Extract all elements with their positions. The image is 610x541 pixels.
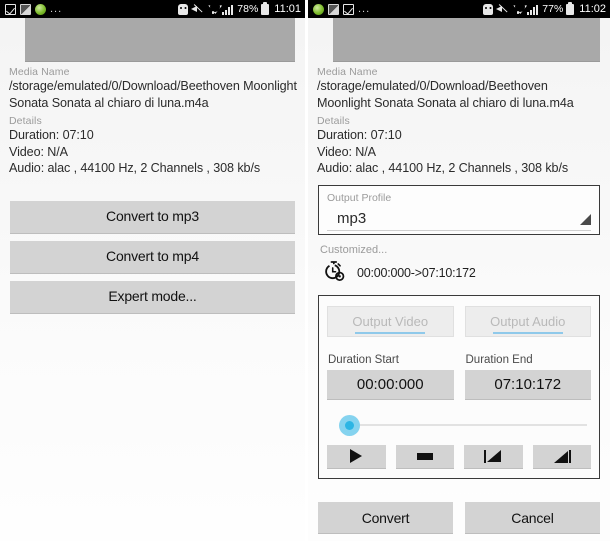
output-tabs: Output Video Output Audio bbox=[327, 305, 591, 337]
trim-range-row[interactable]: 00:00:000->07:10:172 bbox=[323, 260, 603, 287]
detail-video: Video: N/A bbox=[317, 144, 376, 159]
green-circle-icon bbox=[313, 3, 324, 15]
dual-screenshot-composite: ... 78% 11:01 Media Name /storage/emulat… bbox=[0, 0, 610, 541]
duration-start-label: Duration Start bbox=[328, 353, 399, 366]
play-button[interactable] bbox=[327, 444, 386, 469]
duration-end-label: Duration End bbox=[465, 353, 533, 366]
media-thumbnail-banner bbox=[333, 18, 600, 62]
wifi-icon bbox=[512, 4, 524, 15]
right-status-right: 77% 11:02 bbox=[483, 1, 606, 15]
seek-slider[interactable] bbox=[327, 414, 591, 436]
overflow-dots: ... bbox=[358, 3, 371, 15]
battery-percent: 78% bbox=[237, 3, 259, 15]
media-name-label: Media Name bbox=[317, 66, 378, 78]
marker-end-icon bbox=[553, 449, 571, 463]
seek-slider-track[interactable] bbox=[349, 423, 587, 426]
mute-icon bbox=[496, 4, 509, 15]
media-path: /storage/emulated/0/Download/Beethoven M… bbox=[317, 79, 574, 110]
signal-icon bbox=[222, 4, 234, 15]
photo-icon bbox=[20, 3, 31, 15]
detail-duration: Duration: 07:10 bbox=[9, 128, 94, 142]
output-profile-value: mp3 bbox=[337, 209, 367, 227]
right-screen: ... 77% 11:02 Media Name /storage/emulat… bbox=[308, 0, 610, 541]
detail-audio: Audio: alac , 44100 Hz, 2 Channels , 308… bbox=[9, 161, 261, 175]
right-status-bar: ... 77% 11:02 bbox=[308, 0, 610, 18]
clock: 11:01 bbox=[274, 3, 301, 15]
output-editor-panel: Output Video Output Audio Duration Start… bbox=[318, 294, 600, 479]
right-body: Media Name /storage/emulated/0/Download/… bbox=[308, 18, 610, 541]
clock: 11:02 bbox=[579, 3, 606, 15]
stop-icon bbox=[416, 452, 433, 460]
signal-icon bbox=[527, 4, 539, 15]
duration-labels: Duration Start Duration End bbox=[327, 354, 591, 366]
output-profile-label: Output Profile bbox=[327, 191, 392, 204]
battery-icon bbox=[566, 1, 575, 15]
duration-end-field[interactable]: 07:10:172 bbox=[464, 369, 591, 400]
left-screen: ... 78% 11:01 Media Name /storage/emulat… bbox=[0, 0, 305, 541]
customized-label: Customized... bbox=[320, 243, 388, 256]
convert-to-mp3-wrap: Convert to mp3 bbox=[10, 200, 295, 234]
wifi-icon bbox=[207, 4, 219, 15]
stop-button[interactable] bbox=[395, 444, 454, 469]
duration-fields: 00:00:000 07:10:172 bbox=[327, 369, 591, 400]
media-name-label: Media Name bbox=[9, 66, 70, 78]
cancel-button[interactable]: Cancel bbox=[465, 502, 600, 534]
convert-to-mp4-button[interactable]: Convert to mp4 bbox=[10, 240, 295, 274]
action-button-group: Convert to mp3 Convert to mp4 Expert mod… bbox=[7, 200, 298, 314]
convert-to-mp3-button[interactable]: Convert to mp3 bbox=[10, 200, 295, 234]
checkbox-icon bbox=[5, 3, 16, 15]
green-circle-icon bbox=[35, 3, 46, 15]
detail-audio: Audio: alac , 44100 Hz, 2 Channels , 308… bbox=[317, 161, 569, 175]
convert-to-mp4-wrap: Convert to mp4 bbox=[10, 240, 295, 274]
set-start-marker-button[interactable] bbox=[464, 444, 523, 469]
detail-duration: Duration: 07:10 bbox=[317, 128, 402, 142]
left-status-icons: ... bbox=[5, 3, 178, 15]
left-status-right: 78% 11:01 bbox=[178, 1, 301, 15]
checkbox-icon bbox=[343, 3, 354, 15]
overflow-dots: ... bbox=[50, 3, 63, 15]
convert-button[interactable]: Convert bbox=[318, 502, 453, 534]
triangle-down-icon bbox=[580, 213, 591, 225]
media-thumbnail-banner bbox=[25, 18, 295, 62]
left-body: Media Name /storage/emulated/0/Download/… bbox=[0, 18, 305, 541]
trim-range-text: 00:00:000->07:10:172 bbox=[357, 266, 476, 280]
media-path: /storage/emulated/0/Download/Beethoven M… bbox=[9, 79, 297, 110]
stopwatch-icon bbox=[323, 260, 345, 287]
tab-output-video[interactable]: Output Video bbox=[327, 305, 454, 337]
skull-icon bbox=[178, 3, 189, 15]
dialog-footer: Convert Cancel bbox=[308, 495, 610, 541]
play-icon bbox=[350, 449, 363, 463]
detail-video: Video: N/A bbox=[9, 144, 68, 159]
seek-slider-thumb[interactable] bbox=[339, 414, 360, 436]
transport-controls bbox=[327, 444, 591, 469]
skull-icon bbox=[483, 3, 494, 15]
battery-icon bbox=[261, 1, 270, 15]
marker-start-icon bbox=[484, 449, 502, 463]
output-profile-selector[interactable]: Output Profile mp3 bbox=[318, 184, 600, 235]
mute-icon bbox=[191, 4, 204, 15]
photo-icon bbox=[328, 3, 339, 15]
details-label: Details bbox=[317, 115, 350, 127]
set-end-marker-button[interactable] bbox=[532, 444, 591, 469]
battery-percent: 77% bbox=[542, 3, 564, 15]
tab-output-audio[interactable]: Output Audio bbox=[464, 305, 591, 337]
left-status-bar: ... 78% 11:01 bbox=[0, 0, 305, 18]
output-profile-value-row[interactable]: mp3 bbox=[327, 207, 591, 231]
right-status-icons: ... bbox=[313, 3, 483, 15]
details-label: Details bbox=[9, 115, 42, 127]
duration-start-field[interactable]: 00:00:000 bbox=[327, 369, 454, 400]
expert-mode-wrap: Expert mode... bbox=[10, 280, 295, 314]
expert-mode-button[interactable]: Expert mode... bbox=[10, 280, 295, 314]
